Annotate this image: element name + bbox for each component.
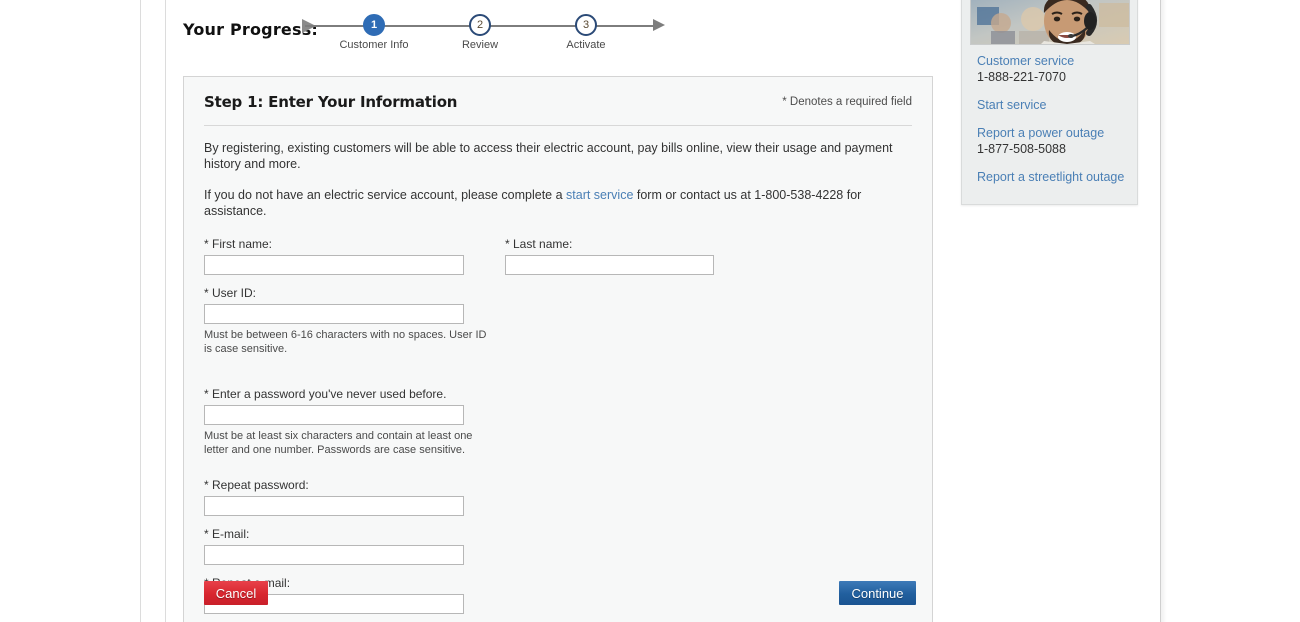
password-hint: Must be at least six characters and cont…	[204, 430, 473, 456]
intro-paragraph-1: By registering, existing customers will …	[204, 141, 893, 171]
first-name-label: * First name:	[204, 237, 273, 251]
progress-step-3-circle: 3	[575, 14, 597, 36]
field-password: * Enter a password you've never used bef…	[204, 387, 494, 457]
continue-button[interactable]: Continue	[839, 581, 916, 605]
field-last-name: * Last name:	[505, 237, 714, 275]
repeat-password-label: * Repeat password:	[204, 478, 309, 492]
help-group-customer-service: Customer service 1-888-221-7070	[977, 53, 1137, 85]
first-name-input[interactable]	[204, 255, 464, 275]
field-repeat-password: * Repeat password:	[204, 478, 464, 516]
progress-step-1[interactable]: 1 Customer Info	[329, 14, 419, 51]
progress-step-2-circle: 2	[469, 14, 491, 36]
start-service-sidebar-link[interactable]: Start service	[977, 97, 1137, 113]
help-group-streetlight-outage: Report a streetlight outage	[977, 169, 1137, 185]
last-name-input[interactable]	[505, 255, 714, 275]
power-outage-phone: 1-877-508-5088	[977, 142, 1066, 156]
help-group-start-service: Start service	[977, 97, 1137, 113]
form-panel-header: Step 1: Enter Your Information * Denotes…	[204, 93, 912, 126]
email-label: * E-mail:	[204, 527, 250, 541]
customer-service-phone: 1-888-221-7070	[977, 70, 1066, 84]
help-sidebar-panel: Customer service 1-888-221-7070 Start se…	[961, 0, 1138, 205]
user-id-input[interactable]	[204, 304, 464, 324]
page-title: Step 1: Enter Your Information	[204, 93, 458, 111]
progress-step-2-label: Review	[461, 39, 499, 51]
progress-step-1-circle: 1	[363, 14, 385, 36]
page-edge-shadow	[1161, 0, 1167, 622]
progress-step-1-label: Customer Info	[339, 39, 409, 51]
customer-service-link[interactable]: Customer service	[977, 53, 1137, 69]
progress-tracker: Your Progress: 1 Customer Info 2 Review …	[183, 8, 683, 64]
form-panel-body: By registering, existing customers will …	[184, 140, 932, 614]
progress-label: Your Progress:	[183, 20, 319, 39]
page-rail-left-outer	[140, 0, 141, 622]
last-name-label: * Last name:	[505, 237, 573, 251]
report-power-outage-link[interactable]: Report a power outage	[977, 125, 1137, 141]
intro-2-text-before: If you do not have an electric service a…	[204, 188, 567, 202]
user-id-label: * User ID:	[204, 286, 257, 300]
page-rail-left-inner	[165, 0, 166, 622]
customer-service-agent-photo	[970, 0, 1130, 45]
intro-paragraph-2: If you do not have an electric service a…	[204, 187, 914, 219]
start-service-link[interactable]: start service	[566, 188, 633, 202]
required-field-note: * Denotes a required field	[782, 96, 912, 108]
field-user-id: * User ID: Must be between 6-16 characte…	[204, 286, 494, 356]
user-id-hint: Must be between 6-16 characters with no …	[204, 329, 487, 355]
cancel-button[interactable]: Cancel	[204, 581, 268, 605]
progress-step-3[interactable]: 3 Activate	[541, 14, 631, 51]
field-email: * E-mail:	[204, 527, 464, 565]
registration-form-panel: Step 1: Enter Your Information * Denotes…	[183, 76, 933, 622]
help-group-power-outage: Report a power outage 1-877-508-5088	[977, 125, 1137, 157]
repeat-password-input[interactable]	[204, 496, 464, 516]
field-first-name: * First name:	[204, 237, 464, 275]
password-input[interactable]	[204, 405, 464, 425]
progress-end-arrow-icon	[653, 19, 665, 31]
report-streetlight-outage-link[interactable]: Report a streetlight outage	[977, 169, 1137, 185]
password-label: * Enter a password you've never used bef…	[204, 387, 447, 401]
progress-step-3-label: Activate	[566, 39, 606, 51]
help-links-list: Customer service 1-888-221-7070 Start se…	[977, 53, 1137, 185]
progress-step-2[interactable]: 2 Review	[435, 14, 525, 51]
email-input[interactable]	[204, 545, 464, 565]
